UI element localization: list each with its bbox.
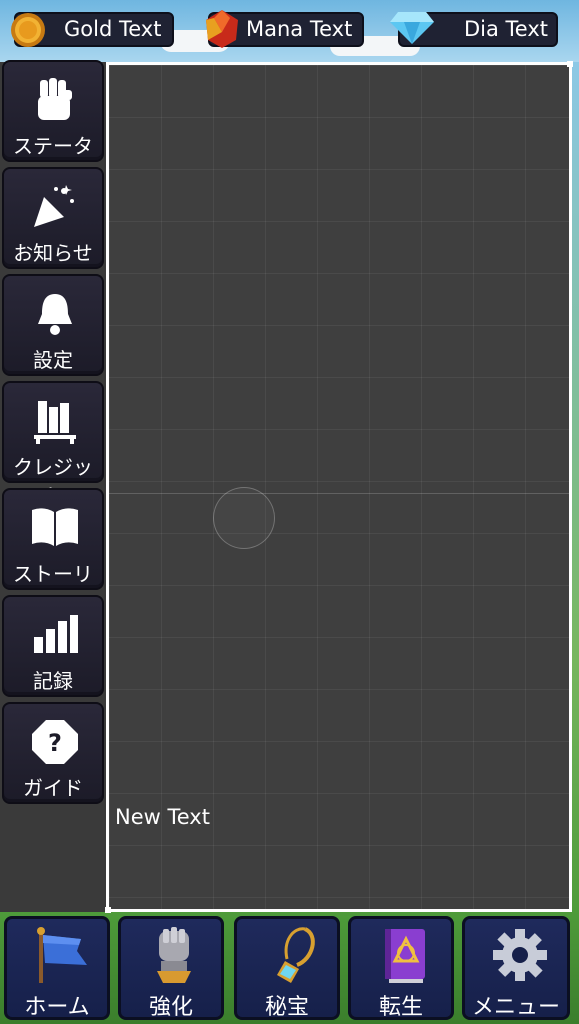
party-popper-icon: [34, 185, 74, 227]
touch-indicator[interactable]: [213, 487, 275, 549]
side-records-button[interactable]: 記録: [2, 595, 104, 697]
fist-icon: [38, 78, 72, 120]
side-news-button[interactable]: お知らせ: [2, 167, 104, 269]
gold-counter: Gold Text: [11, 12, 174, 47]
svg-text:?: ?: [48, 729, 62, 757]
amulet-icon: [277, 927, 315, 983]
side-guide-button[interactable]: ? ガイド: [2, 702, 104, 804]
nav-home-button[interactable]: ホーム: [4, 916, 110, 1020]
mana-counter: Mana Text: [206, 10, 364, 48]
nav-upgrade-label: 強化: [148, 995, 193, 1020]
gold-text: Gold Text: [64, 17, 162, 41]
side-news-label: お知らせ: [13, 241, 93, 265]
dia-counter: Dia Text: [390, 12, 558, 47]
gauntlet-icon: [157, 927, 191, 983]
books-icon: [34, 401, 76, 444]
scenery-strip: [572, 62, 579, 912]
side-status-button[interactable]: ステータス: [2, 60, 104, 187]
main-panel: New Text: [105, 61, 573, 913]
home-flag-icon: [37, 927, 87, 983]
question-octagon-icon: ?: [32, 720, 78, 764]
panel-text: New Text: [115, 805, 210, 829]
side-guide-label: ガイド: [23, 776, 83, 800]
dia-text: Dia Text: [464, 17, 549, 41]
nav-home-label: ホーム: [24, 995, 90, 1020]
nav-menu-label: メニュー: [471, 995, 560, 1020]
side-settings-button[interactable]: 設定: [2, 274, 104, 376]
panel-corner-bottom-left: [105, 907, 111, 913]
nav-treasure-button[interactable]: 秘宝: [234, 916, 340, 1020]
nav-rebirth-button[interactable]: 転生: [348, 916, 454, 1020]
nav-menu-button[interactable]: メニュー: [462, 916, 570, 1020]
diamond-icon: [390, 12, 434, 44]
nav-treasure-label: 秘宝: [264, 995, 309, 1020]
panel-corner-top-right: [567, 61, 573, 67]
side-settings-label: 設定: [33, 348, 73, 372]
bar-chart-icon: [34, 615, 78, 653]
side-story-button[interactable]: ストーリー: [2, 488, 104, 615]
spellbook-icon: [385, 929, 425, 983]
side-credits-button[interactable]: クレジット: [2, 381, 104, 508]
bell-icon: [38, 294, 72, 335]
mana-text: Mana Text: [246, 17, 353, 41]
gold-coin-icon: [11, 13, 45, 47]
gear-icon: [493, 929, 547, 981]
side-records-label: 記録: [33, 669, 73, 693]
panel-divider: [109, 493, 569, 494]
open-book-icon: [32, 508, 78, 546]
mana-gem-icon: [206, 10, 238, 48]
nav-upgrade-button[interactable]: 強化: [118, 916, 224, 1020]
nav-rebirth-label: 転生: [378, 995, 423, 1020]
